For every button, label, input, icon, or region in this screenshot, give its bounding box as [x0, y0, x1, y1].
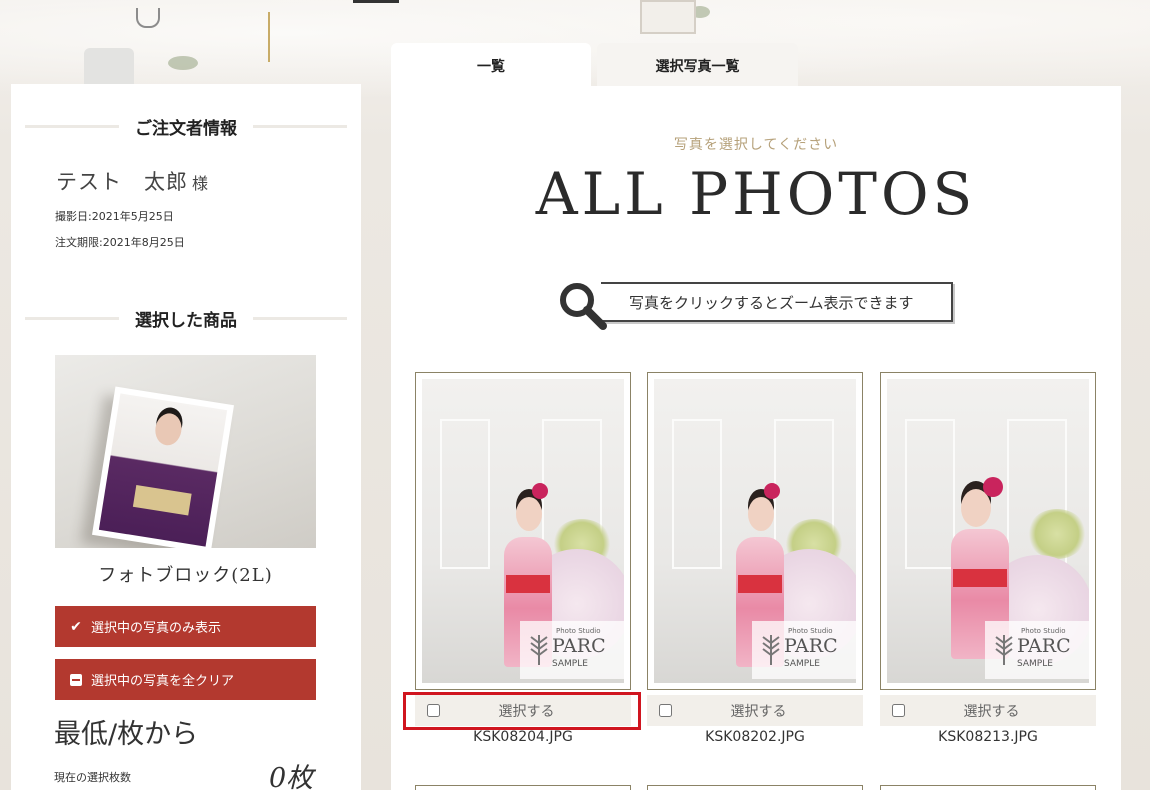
select-photo-label: 選択する: [963, 703, 1020, 720]
current-count-value: 0枚: [269, 763, 314, 790]
photo-thumbnail[interactable]: Photo Studio PARC SAMPLE: [422, 379, 624, 683]
photo-card-next-row[interactable]: [415, 785, 631, 790]
select-photo-checkbox[interactable]: [659, 704, 672, 717]
order-sidebar: ご注文者情報 テスト 太郎様 撮影日:2021年5月25日 注文期限:2021年…: [11, 84, 361, 790]
photo-card-next-row[interactable]: [647, 785, 863, 790]
magnifier-icon: [560, 283, 607, 330]
zoom-hint: 写真をクリックするとズーム表示できます: [557, 280, 955, 330]
select-photo-row[interactable]: 選択する: [647, 695, 863, 726]
jar-decoration: [84, 48, 134, 88]
order-deadline: 注文期限:2021年8月25日: [55, 236, 185, 249]
select-photo-label: 選択する: [730, 703, 787, 720]
sample-watermark: Photo Studio PARC SAMPLE: [752, 621, 856, 679]
photo-thumbnail[interactable]: Photo Studio PARC SAMPLE: [887, 379, 1089, 683]
nav-indicator: [353, 0, 399, 3]
photo-filename: KSK08213.JPG: [938, 729, 1038, 745]
minus-square-icon: [67, 673, 85, 686]
sample-watermark: Photo Studio PARC SAMPLE: [520, 621, 624, 679]
check-icon: ✔: [70, 618, 82, 635]
selected-product-heading: 選択した商品: [25, 305, 347, 331]
select-photo-row[interactable]: 選択する: [415, 695, 631, 726]
shoot-date: 撮影日:2021年5月25日: [55, 210, 174, 223]
zoom-hint-text: 写真をクリックするとズーム表示できます: [629, 293, 914, 312]
select-photo-checkbox[interactable]: [892, 704, 905, 717]
current-count-label: 現在の選択枚数: [54, 771, 131, 784]
tree-logo-icon: [530, 635, 548, 665]
select-photo-checkbox[interactable]: [427, 704, 440, 717]
page-subheading: 写真を選択してください: [673, 137, 839, 153]
tab-all[interactable]: 一覧: [391, 43, 591, 88]
clear-all-selected-button[interactable]: 選択中の写真を全クリア: [55, 659, 316, 700]
tree-logo-icon: [762, 635, 780, 665]
customer-honorific: 様: [192, 174, 210, 193]
photo-filename: KSK08204.JPG: [473, 729, 573, 745]
photo-card[interactable]: Photo Studio PARC SAMPLE: [415, 372, 631, 690]
photo-thumbnail[interactable]: Photo Studio PARC SAMPLE: [654, 379, 856, 683]
hook-decoration: [136, 8, 160, 28]
photo-filename: KSK08202.JPG: [705, 729, 805, 745]
select-photo-row[interactable]: 選択する: [880, 695, 1096, 726]
minimum-quantity-text: 最低/枚から: [54, 719, 199, 750]
product-name: フォトブロック(2L): [98, 565, 273, 586]
photo-card[interactable]: Photo Studio PARC SAMPLE: [647, 372, 863, 690]
tree-logo-icon: [995, 635, 1013, 665]
page-title: ALL PHOTOS: [535, 160, 977, 228]
sample-watermark: Photo Studio PARC SAMPLE: [985, 621, 1089, 679]
photo-card-next-row[interactable]: [880, 785, 1096, 790]
orderer-info-heading: ご注文者情報: [25, 113, 347, 139]
customer-name: テスト 太郎様: [56, 170, 210, 194]
tab-selected-photos[interactable]: 選択写真一覧: [597, 43, 798, 88]
photo-card[interactable]: Photo Studio PARC SAMPLE: [880, 372, 1096, 690]
show-selected-only-button[interactable]: ✔ 選択中の写真のみ表示: [55, 606, 316, 647]
zoom-hint-box: 写真をクリックするとズーム表示できます: [601, 282, 953, 322]
product-image: [55, 355, 316, 548]
select-photo-label: 選択する: [498, 703, 555, 720]
frame-decoration: [640, 0, 696, 34]
